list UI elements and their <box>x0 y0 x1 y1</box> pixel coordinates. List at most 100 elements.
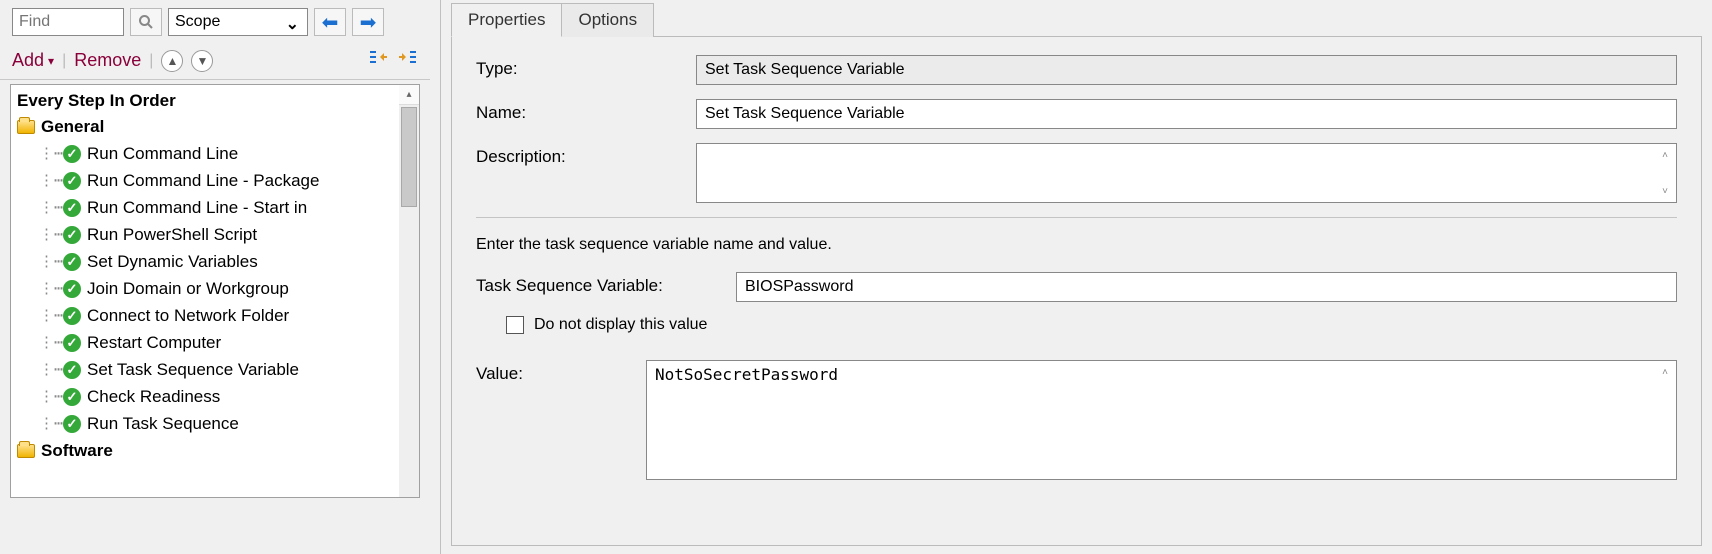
folder-icon <box>17 120 35 134</box>
search-button[interactable] <box>130 8 162 36</box>
scroll-up-button[interactable]: ▴ <box>399 85 419 105</box>
step-tree[interactable]: Every Step In Order General ⋮⋯ ✓ Run Com… <box>10 84 420 498</box>
find-input[interactable] <box>12 8 124 36</box>
tab-label: Options <box>578 10 637 29</box>
folder-label: General <box>41 113 104 140</box>
tree-item-label: Run PowerShell Script <box>87 221 257 248</box>
variable-instruction: Enter the task sequence variable name an… <box>476 236 1677 254</box>
type-field <box>696 55 1677 85</box>
magnifier-icon <box>138 14 154 30</box>
tree-connector-icon: ⋮⋯ <box>39 356 63 383</box>
check-circle-icon: ✓ <box>63 199 81 217</box>
tree-connector-icon: ⋮⋯ <box>39 221 63 248</box>
tree-connector-icon: ⋮⋯ <box>39 194 63 221</box>
scroll-thumb[interactable] <box>401 107 417 207</box>
move-out-button[interactable] <box>366 48 388 73</box>
tree-connector-icon: ⋮⋯ <box>39 275 63 302</box>
tree-item[interactable]: ⋮⋯ ✓ Set Dynamic Variables <box>15 248 419 275</box>
find-toolbar: Scope ⌄ ⬅ ➡ <box>0 0 430 42</box>
scope-label: Scope <box>175 13 220 31</box>
tree-item-label: Join Domain or Workgroup <box>87 275 289 302</box>
value-field[interactable] <box>646 360 1677 480</box>
check-circle-icon: ✓ <box>63 388 81 406</box>
tree-item-label: Run Command Line <box>87 140 238 167</box>
chevron-up-icon: ▴ <box>406 89 411 100</box>
arrow-right-icon: ➡ <box>360 10 377 35</box>
double-chevron-up-icon: ▲ <box>166 54 178 68</box>
tree-connector-icon: ⋮⋯ <box>39 140 63 167</box>
add-label: Add <box>12 50 44 71</box>
remove-button[interactable]: Remove <box>74 50 141 71</box>
separator: | <box>62 52 66 70</box>
nav-prev-button[interactable]: ⬅ <box>314 8 346 36</box>
tree-item[interactable]: ⋮⋯ ✓ Restart Computer <box>15 329 419 356</box>
tree-item-label: Run Task Sequence <box>87 410 239 437</box>
do-not-display-label: Do not display this value <box>534 316 707 334</box>
tab-properties[interactable]: Properties <box>451 3 562 37</box>
tree-item[interactable]: ⋮⋯ ✓ Run Command Line <box>15 140 419 167</box>
right-panel: Properties Options Type: Name: Descripti… <box>440 0 1712 554</box>
tree-connector-icon: ⋮⋯ <box>39 167 63 194</box>
tree-item[interactable]: ⋮⋯ ✓ Set Task Sequence Variable <box>15 356 419 383</box>
left-panel: Scope ⌄ ⬅ ➡ Add ▾ | Remove | ▲ ▼ <box>0 0 430 554</box>
tree-folder-software[interactable]: Software <box>15 437 419 464</box>
do-not-display-checkbox[interactable] <box>506 316 524 334</box>
tree-item-label: Set Dynamic Variables <box>87 248 258 275</box>
check-circle-icon: ✓ <box>63 280 81 298</box>
tree-item[interactable]: ⋮⋯ ✓ Run Command Line - Start in <box>15 194 419 221</box>
arrow-left-icon: ⬅ <box>322 10 339 35</box>
check-circle-icon: ✓ <box>63 226 81 244</box>
tree-connector-icon: ⋮⋯ <box>39 383 63 410</box>
properties-tab-body: Type: Name: Description: ˄ ˅ Enter the t… <box>451 36 1702 546</box>
chevron-down-icon: ˅ <box>1657 183 1673 199</box>
edit-toolbar: Add ▾ | Remove | ▲ ▼ <box>0 42 430 80</box>
tree-item[interactable]: ⋮⋯ ✓ Run PowerShell Script <box>15 221 419 248</box>
check-circle-icon: ✓ <box>63 415 81 433</box>
dropdown-caret-icon: ▾ <box>48 54 54 68</box>
nav-next-button[interactable]: ➡ <box>352 8 384 36</box>
check-circle-icon: ✓ <box>63 145 81 163</box>
tree-item-label: Check Readiness <box>87 383 220 410</box>
type-label: Type: <box>476 55 696 79</box>
tree-item[interactable]: ⋮⋯ ✓ Check Readiness <box>15 383 419 410</box>
tree-item-label: Restart Computer <box>87 329 221 356</box>
tree-item[interactable]: ⋮⋯ ✓ Run Task Sequence <box>15 410 419 437</box>
description-label: Description: <box>476 143 696 167</box>
tree-item-label: Run Command Line - Package <box>87 167 319 194</box>
check-circle-icon: ✓ <box>63 172 81 190</box>
tree-root-heading: Every Step In Order <box>15 89 419 113</box>
folder-label: Software <box>41 437 113 464</box>
folder-icon <box>17 444 35 458</box>
tree-folder-general[interactable]: General <box>15 113 419 140</box>
tree-connector-icon: ⋮⋯ <box>39 329 63 356</box>
tree-item[interactable]: ⋮⋯ ✓ Connect to Network Folder <box>15 302 419 329</box>
tree-item-label: Run Command Line - Start in <box>87 194 307 221</box>
collapse-all-button[interactable]: ▲ <box>161 50 183 72</box>
chevron-down-icon: ⌄ <box>286 14 299 34</box>
description-field[interactable] <box>696 143 1677 203</box>
value-label: Value: <box>476 360 646 384</box>
check-circle-icon: ✓ <box>63 361 81 379</box>
tree-scrollbar[interactable]: ▴ <box>399 85 419 497</box>
name-label: Name: <box>476 99 696 123</box>
tab-label: Properties <box>468 10 545 29</box>
check-circle-icon: ✓ <box>63 253 81 271</box>
tree-item-label: Set Task Sequence Variable <box>87 356 299 383</box>
move-in-button[interactable] <box>398 48 420 73</box>
chevron-up-icon: ˄ <box>1657 364 1673 380</box>
variable-label: Task Sequence Variable: <box>476 272 736 296</box>
variable-field[interactable] <box>736 272 1677 302</box>
separator: | <box>149 52 153 70</box>
tree-item[interactable]: ⋮⋯ ✓ Join Domain or Workgroup <box>15 275 419 302</box>
tab-options[interactable]: Options <box>561 3 654 37</box>
check-circle-icon: ✓ <box>63 334 81 352</box>
double-chevron-down-icon: ▼ <box>196 54 208 68</box>
tree-item[interactable]: ⋮⋯ ✓ Run Command Line - Package <box>15 167 419 194</box>
add-button[interactable]: Add ▾ <box>12 50 54 71</box>
tree-connector-icon: ⋮⋯ <box>39 302 63 329</box>
chevron-up-icon: ˄ <box>1657 147 1673 163</box>
name-field[interactable] <box>696 99 1677 129</box>
tree-connector-icon: ⋮⋯ <box>39 248 63 275</box>
scope-select[interactable]: Scope ⌄ <box>168 8 308 36</box>
expand-all-button[interactable]: ▼ <box>191 50 213 72</box>
